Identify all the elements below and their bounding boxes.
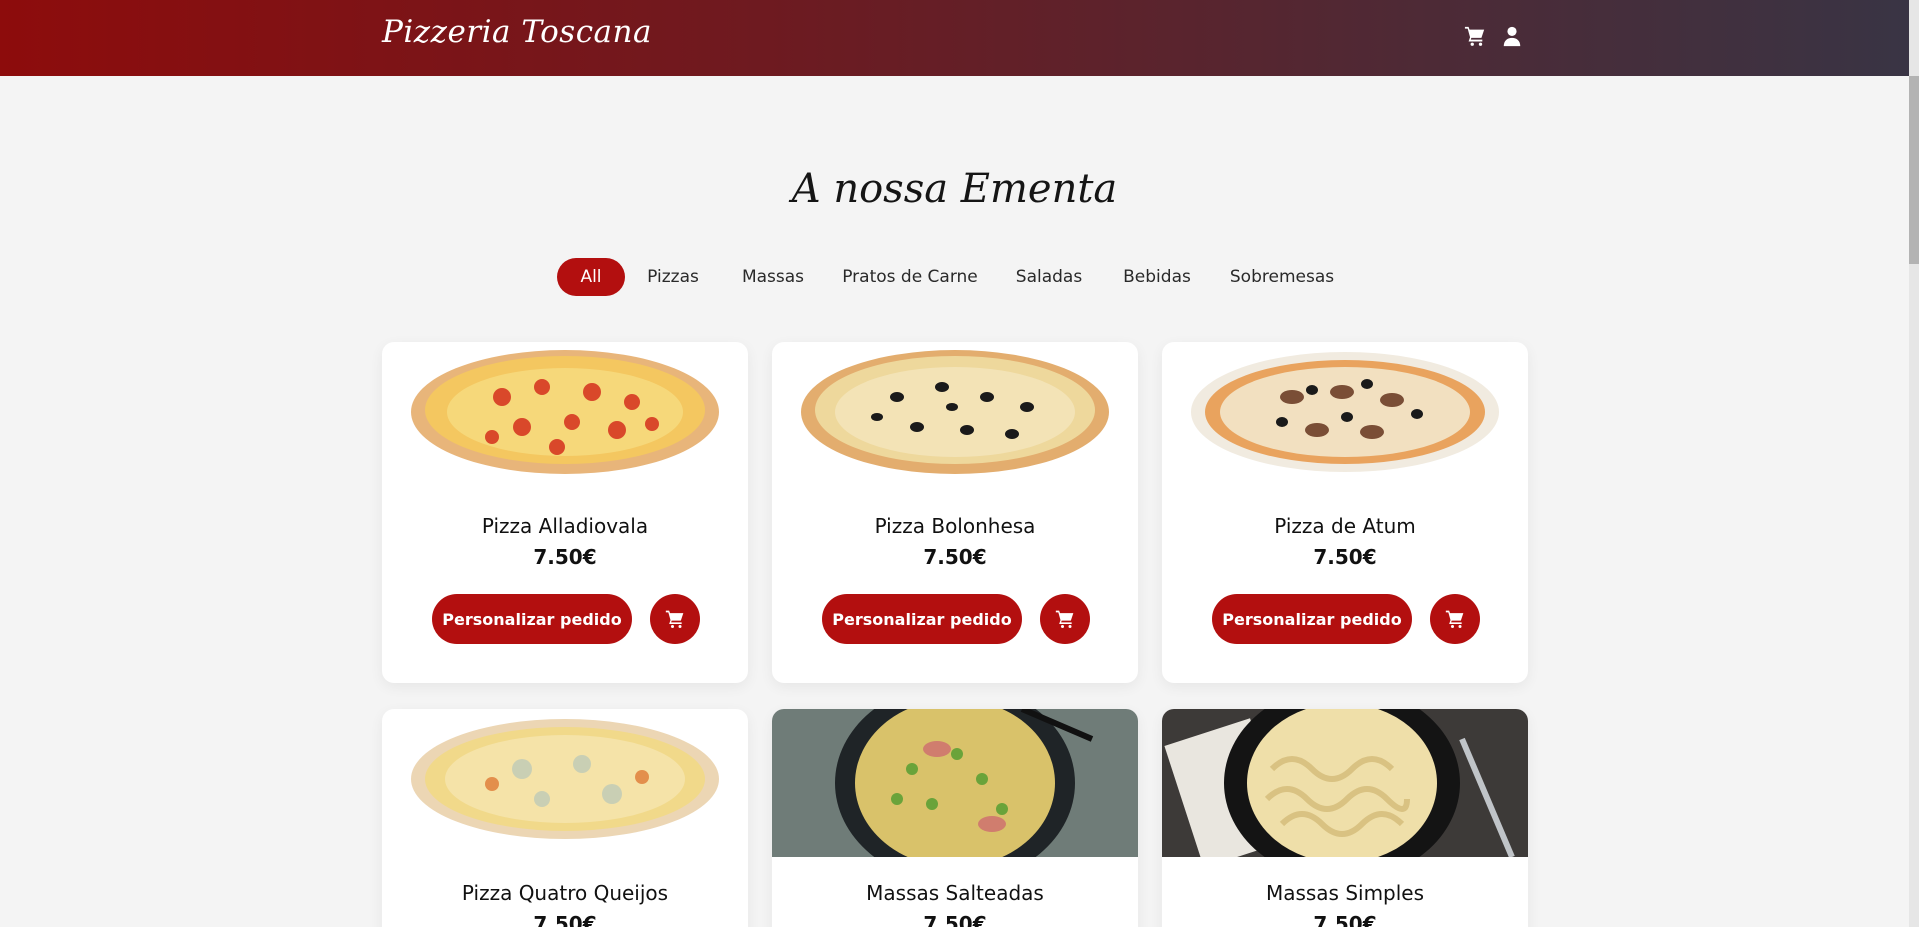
customize-order-button[interactable]: Personalizar pedido <box>822 594 1022 644</box>
menu-title: A nossa Ementa <box>791 166 1118 212</box>
customize-order-button[interactable]: Personalizar pedido <box>432 594 632 644</box>
add-to-cart-button[interactable] <box>1040 594 1090 644</box>
item-price: 7.50€ <box>923 545 987 569</box>
tab-bebidas[interactable]: Bebidas <box>1117 258 1197 296</box>
pizza-olives-image <box>772 342 1138 490</box>
item-price: 7.50€ <box>923 912 987 927</box>
menu-item-card: Pizza Quatro Queijos 7.50€ <box>382 709 748 927</box>
item-name: Massas Simples <box>1265 881 1425 905</box>
pizza-pepperoni-image <box>382 342 748 490</box>
menu-item-card: Pizza de Atum 7.50€ Personalizar pedido <box>1162 342 1528 683</box>
menu-item-card: Pizza Alladiovala 7.50€ Personalizar ped… <box>382 342 748 683</box>
item-price: 7.50€ <box>533 912 597 927</box>
item-name: Pizza Alladiovala <box>481 514 649 538</box>
pizza-tuna-image <box>1162 342 1528 490</box>
scrollbar-thumb[interactable] <box>1909 76 1919 264</box>
item-name: Pizza Bolonhesa <box>874 514 1036 538</box>
item-price: 7.50€ <box>1313 545 1377 569</box>
tab-pratos-de-carne[interactable]: Pratos de Carne <box>842 258 978 296</box>
tab-all[interactable]: All <box>557 258 625 296</box>
item-price: 7.50€ <box>533 545 597 569</box>
tab-sobremesas[interactable]: Sobremesas <box>1226 258 1338 296</box>
menu-item-card: Massas Salteadas 7.50€ <box>772 709 1138 927</box>
pasta-bowl-plain-image <box>1162 709 1528 857</box>
tab-pizzas[interactable]: Pizzas <box>639 258 707 296</box>
item-name: Pizza de Atum <box>1274 514 1416 538</box>
customize-order-button[interactable]: Personalizar pedido <box>1212 594 1412 644</box>
add-to-cart-button[interactable] <box>650 594 700 644</box>
menu-item-card: Pizza Bolonhesa 7.50€ Personalizar pedid… <box>772 342 1138 683</box>
top-navbar: Pizzeria Toscana <box>0 0 1909 76</box>
tab-massas[interactable]: Massas <box>733 258 813 296</box>
cart-icon <box>1445 610 1464 628</box>
add-to-cart-button[interactable] <box>1430 594 1480 644</box>
cart-icon <box>665 610 684 628</box>
cart-icon[interactable] <box>1464 25 1486 47</box>
item-name: Pizza Quatro Queijos <box>461 881 669 905</box>
pizza-cheese-image <box>382 709 748 857</box>
category-tabs: All Pizzas Massas Pratos de Carne Salada… <box>0 258 1909 296</box>
brand-logo[interactable]: Pizzeria Toscana <box>382 14 652 50</box>
page-scrollbar[interactable] <box>1909 0 1919 927</box>
pasta-bowl-peas-image <box>772 709 1138 857</box>
menu-item-card: Massas Simples 7.50€ <box>1162 709 1528 927</box>
tab-saladas[interactable]: Saladas <box>1007 258 1091 296</box>
user-icon[interactable] <box>1501 25 1523 47</box>
cart-icon <box>1055 610 1074 628</box>
item-price: 7.50€ <box>1313 912 1377 927</box>
item-name: Massas Salteadas <box>866 881 1044 905</box>
